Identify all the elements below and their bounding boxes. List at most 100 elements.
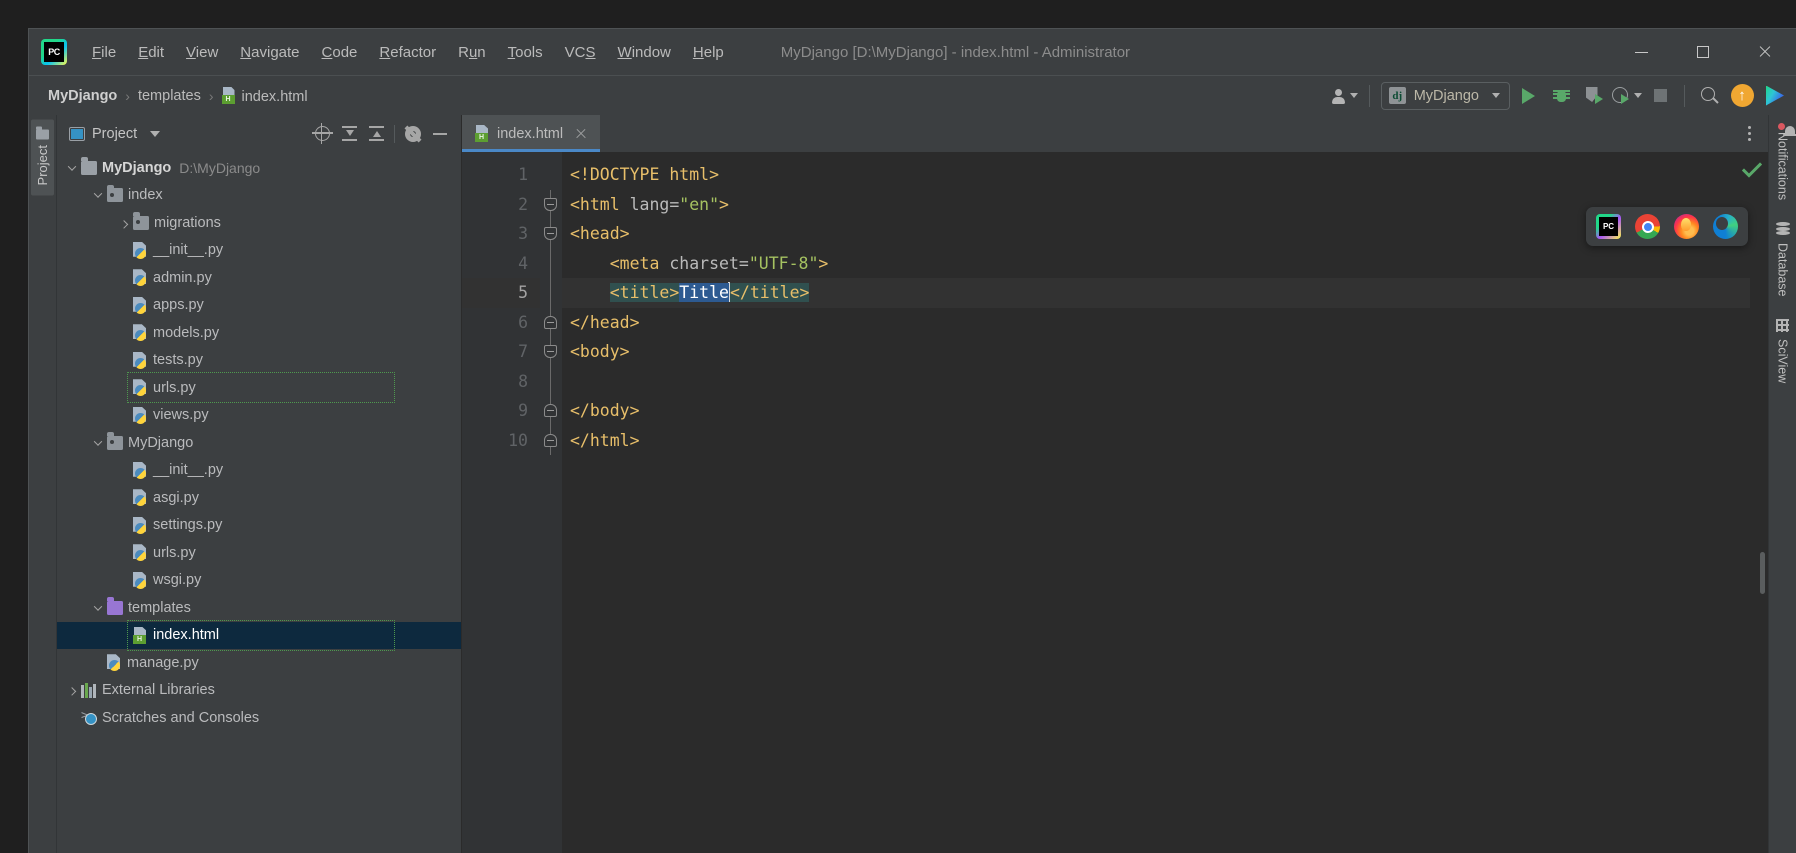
menu-item-code[interactable]: Code bbox=[311, 40, 369, 65]
close-tab-icon[interactable] bbox=[574, 127, 588, 141]
debug-button[interactable] bbox=[1546, 82, 1576, 110]
code-line[interactable]: <title>Title</title> bbox=[562, 278, 1750, 308]
sidebar-item-database[interactable]: Database bbox=[1775, 220, 1790, 299]
fold-marker[interactable] bbox=[540, 219, 562, 249]
maximize-button[interactable] bbox=[1672, 29, 1734, 75]
code-line[interactable] bbox=[562, 367, 1750, 397]
chevron-right-icon[interactable] bbox=[115, 214, 133, 232]
minimize-button[interactable] bbox=[1610, 29, 1672, 75]
menu-item-refactor[interactable]: Refactor bbox=[368, 40, 447, 65]
code-line[interactable]: </head> bbox=[562, 308, 1750, 338]
menu-item-help[interactable]: Help bbox=[682, 40, 735, 65]
tree-item-urls.py[interactable]: urls.py bbox=[57, 374, 461, 402]
menu-item-tools[interactable]: Tools bbox=[497, 40, 554, 65]
project-view-icon bbox=[69, 126, 85, 141]
more-options-icon[interactable] bbox=[1740, 125, 1758, 143]
line-number: 7 bbox=[518, 342, 528, 361]
fold-marker[interactable] bbox=[540, 425, 562, 455]
tree-item-manage.py[interactable]: manage.py bbox=[57, 649, 461, 677]
menu-item-navigate[interactable]: Navigate bbox=[229, 40, 310, 65]
tree-item-urls.py[interactable]: urls.py bbox=[57, 539, 461, 567]
chevron-down-icon[interactable] bbox=[89, 434, 107, 452]
firefox-icon[interactable] bbox=[1674, 214, 1699, 239]
code-line[interactable]: <meta charset="UTF-8"> bbox=[562, 249, 1750, 279]
tree-item-index.html[interactable]: index.html bbox=[57, 621, 461, 649]
code-line[interactable]: </body> bbox=[562, 396, 1750, 426]
tree-item-admin.py[interactable]: admin.py bbox=[57, 264, 461, 292]
menu-item-view[interactable]: View bbox=[175, 40, 229, 65]
tree-item-settings.py[interactable]: settings.py bbox=[57, 512, 461, 540]
hide-panel-button[interactable] bbox=[427, 121, 453, 147]
run-configuration-selector[interactable]: dj MyDjango bbox=[1380, 81, 1510, 110]
marker-gutter[interactable] bbox=[1742, 152, 1768, 853]
chevron-down-icon bbox=[1350, 93, 1359, 98]
project-panel-tools bbox=[309, 121, 453, 147]
project-tree[interactable]: MyDjango D:\MyDjango index migrations __init… bbox=[57, 152, 461, 853]
sidebar-item-notifications[interactable]: Notifications bbox=[1776, 123, 1790, 202]
profile-button[interactable] bbox=[1612, 82, 1642, 110]
code-line[interactable]: <body> bbox=[562, 337, 1750, 367]
chevron-down-icon[interactable] bbox=[63, 159, 81, 177]
menu-item-run[interactable]: Run bbox=[447, 40, 497, 65]
chevron-right-icon[interactable] bbox=[63, 681, 81, 699]
tree-item-label: apps.py bbox=[153, 297, 204, 314]
breadcrumb-folder[interactable]: templates bbox=[133, 86, 206, 106]
tree-item-scratches-and-consoles[interactable]: Scratches and Consoles bbox=[57, 704, 461, 732]
tree-item-models.py[interactable]: models.py bbox=[57, 319, 461, 347]
expand-all-button[interactable] bbox=[336, 121, 362, 147]
tree-item-__init__.py[interactable]: __init__.py bbox=[57, 457, 461, 485]
fold-marker[interactable] bbox=[540, 396, 562, 426]
breadcrumb-file[interactable]: index.html bbox=[217, 85, 313, 107]
tree-item-asgi.py[interactable]: asgi.py bbox=[57, 484, 461, 512]
sidebar-item-sciview[interactable]: SciView bbox=[1776, 317, 1790, 385]
tree-item-external-libraries[interactable]: External Libraries bbox=[57, 677, 461, 705]
code-line[interactable]: <!DOCTYPE html> bbox=[562, 160, 1750, 190]
search-everywhere-button[interactable] bbox=[1694, 82, 1724, 110]
menu-item-window[interactable]: Window bbox=[607, 40, 682, 65]
tree-item-mydjango[interactable]: MyDjango D:\MyDjango bbox=[57, 154, 461, 182]
chevron-down-icon[interactable] bbox=[89, 186, 107, 204]
tree-item-migrations[interactable]: migrations bbox=[57, 209, 461, 237]
menu-item-file[interactable]: File bbox=[81, 40, 127, 65]
fold-marker[interactable] bbox=[540, 307, 562, 337]
coverage-button[interactable] bbox=[1579, 82, 1609, 110]
chrome-icon[interactable] bbox=[1635, 214, 1660, 239]
editor-tab-index-html[interactable]: index.html bbox=[462, 115, 601, 152]
update-project-button[interactable] bbox=[1727, 82, 1757, 110]
module-folder-icon bbox=[107, 184, 123, 203]
code-editor[interactable]: 1 2 3 4 5 6 7 8 9 10 <!DOCTYPE html> <html lang="e… bbox=[462, 152, 1768, 853]
pycharm-browser-icon[interactable] bbox=[1596, 214, 1621, 239]
collapse-all-button[interactable] bbox=[363, 121, 389, 147]
code-folding-gutter[interactable] bbox=[540, 152, 562, 853]
tree-item-index[interactable]: index bbox=[57, 182, 461, 210]
user-account-button[interactable] bbox=[1330, 82, 1360, 110]
tree-item-mydjango[interactable]: MyDjango bbox=[57, 429, 461, 457]
stop-button[interactable] bbox=[1645, 82, 1675, 110]
chevron-down-icon[interactable] bbox=[89, 599, 107, 617]
fold-marker[interactable] bbox=[540, 337, 562, 367]
chevron-down-icon[interactable] bbox=[150, 130, 161, 137]
locate-file-button[interactable] bbox=[309, 121, 335, 147]
breadcrumb-project[interactable]: MyDjango bbox=[43, 86, 122, 106]
dataspell-button[interactable] bbox=[1760, 82, 1790, 110]
tree-item-views.py[interactable]: views.py bbox=[57, 402, 461, 430]
tree-item-templates[interactable]: templates bbox=[57, 594, 461, 622]
fold-marker[interactable] bbox=[540, 189, 562, 219]
edge-icon[interactable] bbox=[1713, 214, 1738, 239]
tree-item-apps.py[interactable]: apps.py bbox=[57, 292, 461, 320]
editor-scrollbar[interactable] bbox=[1760, 552, 1765, 594]
run-button[interactable] bbox=[1513, 82, 1543, 110]
tree-item-wsgi.py[interactable]: wsgi.py bbox=[57, 567, 461, 595]
code-line[interactable]: </html> bbox=[562, 426, 1750, 456]
code-line[interactable]: <html lang="en"> bbox=[562, 190, 1750, 220]
sidebar-item-project[interactable]: Project bbox=[31, 119, 54, 196]
code-content[interactable]: <!DOCTYPE html> <html lang="en"> <head> <m… bbox=[562, 152, 1750, 853]
tree-item-tests.py[interactable]: tests.py bbox=[57, 347, 461, 375]
menu-item-vcs[interactable]: VCS bbox=[554, 40, 607, 65]
close-button[interactable] bbox=[1734, 29, 1796, 75]
menu-item-edit[interactable]: Edit bbox=[127, 40, 175, 65]
panel-settings-button[interactable] bbox=[400, 121, 426, 147]
toolbar-actions: dj MyDjango bbox=[1330, 81, 1790, 110]
tree-item-__init__.py[interactable]: __init__.py bbox=[57, 237, 461, 265]
code-line[interactable]: <head> bbox=[562, 219, 1750, 249]
